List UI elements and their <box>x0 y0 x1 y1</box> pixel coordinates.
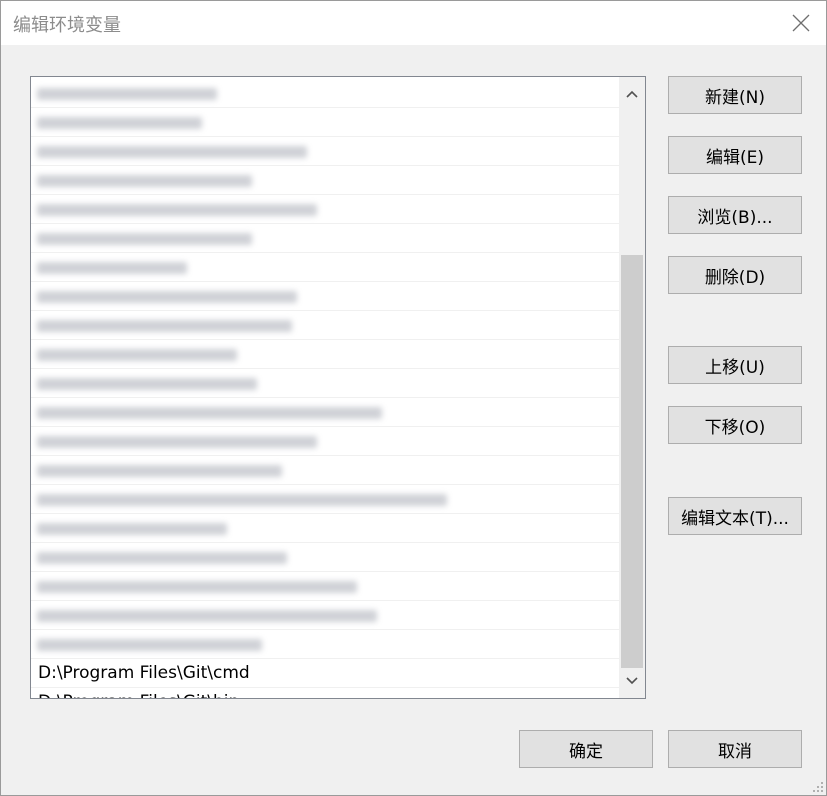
redacted-path-text <box>37 175 252 187</box>
list-item-redacted[interactable] <box>31 514 619 543</box>
move-up-button[interactable]: 上移(U) <box>668 346 802 384</box>
list-item-redacted[interactable] <box>31 601 619 630</box>
redacted-path-text <box>37 117 202 129</box>
move-down-button[interactable]: 下移(O) <box>668 406 802 444</box>
list-item-redacted[interactable] <box>31 630 619 659</box>
redacted-path-text <box>37 320 292 332</box>
redacted-path-text <box>37 291 297 303</box>
redacted-path-text <box>37 436 317 448</box>
new-button[interactable]: 新建(N) <box>668 76 802 114</box>
redacted-path-text <box>37 378 257 390</box>
vertical-scrollbar[interactable] <box>619 77 645 698</box>
redacted-path-text <box>37 494 447 506</box>
edit-env-var-dialog: 编辑环境变量 D:\Program Files\Git\cmdD:\Progra… <box>0 0 827 796</box>
list-item-redacted[interactable] <box>31 137 619 166</box>
redacted-path-text <box>37 204 317 216</box>
redacted-path-text <box>37 465 282 477</box>
list-item-redacted[interactable] <box>31 79 619 108</box>
list-item-redacted[interactable] <box>31 195 619 224</box>
close-icon <box>792 14 810 32</box>
scroll-thumb[interactable] <box>621 255 643 668</box>
close-button[interactable] <box>776 1 826 45</box>
redacted-path-text <box>37 581 357 593</box>
scroll-up-button[interactable] <box>619 79 645 109</box>
list-item-redacted[interactable] <box>31 427 619 456</box>
redacted-path-text <box>37 407 382 419</box>
list-item-redacted[interactable] <box>31 572 619 601</box>
edit-button[interactable]: 编辑(E) <box>668 136 802 174</box>
list-item-redacted[interactable] <box>31 398 619 427</box>
path-text: D:\Program Files\Git\bin <box>38 692 239 698</box>
list-item[interactable]: D:\Program Files\Git\bin <box>31 688 619 698</box>
list-item-redacted[interactable] <box>31 369 619 398</box>
title-bar: 编辑环境变量 <box>1 1 826 45</box>
list-item-redacted[interactable] <box>31 166 619 195</box>
resize-grip-icon[interactable] <box>812 781 824 793</box>
redacted-path-text <box>37 233 252 245</box>
list-item-redacted[interactable] <box>31 340 619 369</box>
chevron-down-icon <box>626 677 638 685</box>
list-item-redacted[interactable] <box>31 108 619 137</box>
chevron-up-icon <box>626 90 638 98</box>
list-item-redacted[interactable] <box>31 311 619 340</box>
list-item[interactable]: D:\Program Files\Git\cmd <box>31 659 619 688</box>
redacted-path-text <box>37 146 307 158</box>
path-list[interactable]: D:\Program Files\Git\cmd D:\Program Files… <box>30 76 646 699</box>
redacted-path-text <box>37 610 377 622</box>
redacted-path-text <box>37 552 287 564</box>
ok-button[interactable]: 确定 <box>519 730 653 768</box>
path-text: D:\Program Files\Git\cmd <box>38 663 250 683</box>
redacted-path-text <box>37 349 237 361</box>
cancel-button[interactable]: 取消 <box>668 730 802 768</box>
list-item-redacted[interactable] <box>31 485 619 514</box>
list-item-redacted[interactable] <box>31 543 619 572</box>
dialog-title: 编辑环境变量 <box>13 15 121 36</box>
delete-button[interactable]: 删除(D) <box>668 256 802 294</box>
browse-button[interactable]: 浏览(B)... <box>668 196 802 234</box>
list-item-redacted[interactable] <box>31 282 619 311</box>
path-list-items: D:\Program Files\Git\cmd D:\Program Files… <box>31 79 619 698</box>
list-item-redacted[interactable] <box>31 456 619 485</box>
redacted-path-text <box>37 262 187 274</box>
scroll-down-button[interactable] <box>619 666 645 696</box>
list-item-redacted[interactable] <box>31 253 619 282</box>
redacted-path-text <box>37 639 262 651</box>
edit-text-button[interactable]: 编辑文本(T)... <box>668 497 802 535</box>
redacted-path-text <box>37 523 227 535</box>
redacted-path-text <box>37 88 217 100</box>
list-item-redacted[interactable] <box>31 224 619 253</box>
